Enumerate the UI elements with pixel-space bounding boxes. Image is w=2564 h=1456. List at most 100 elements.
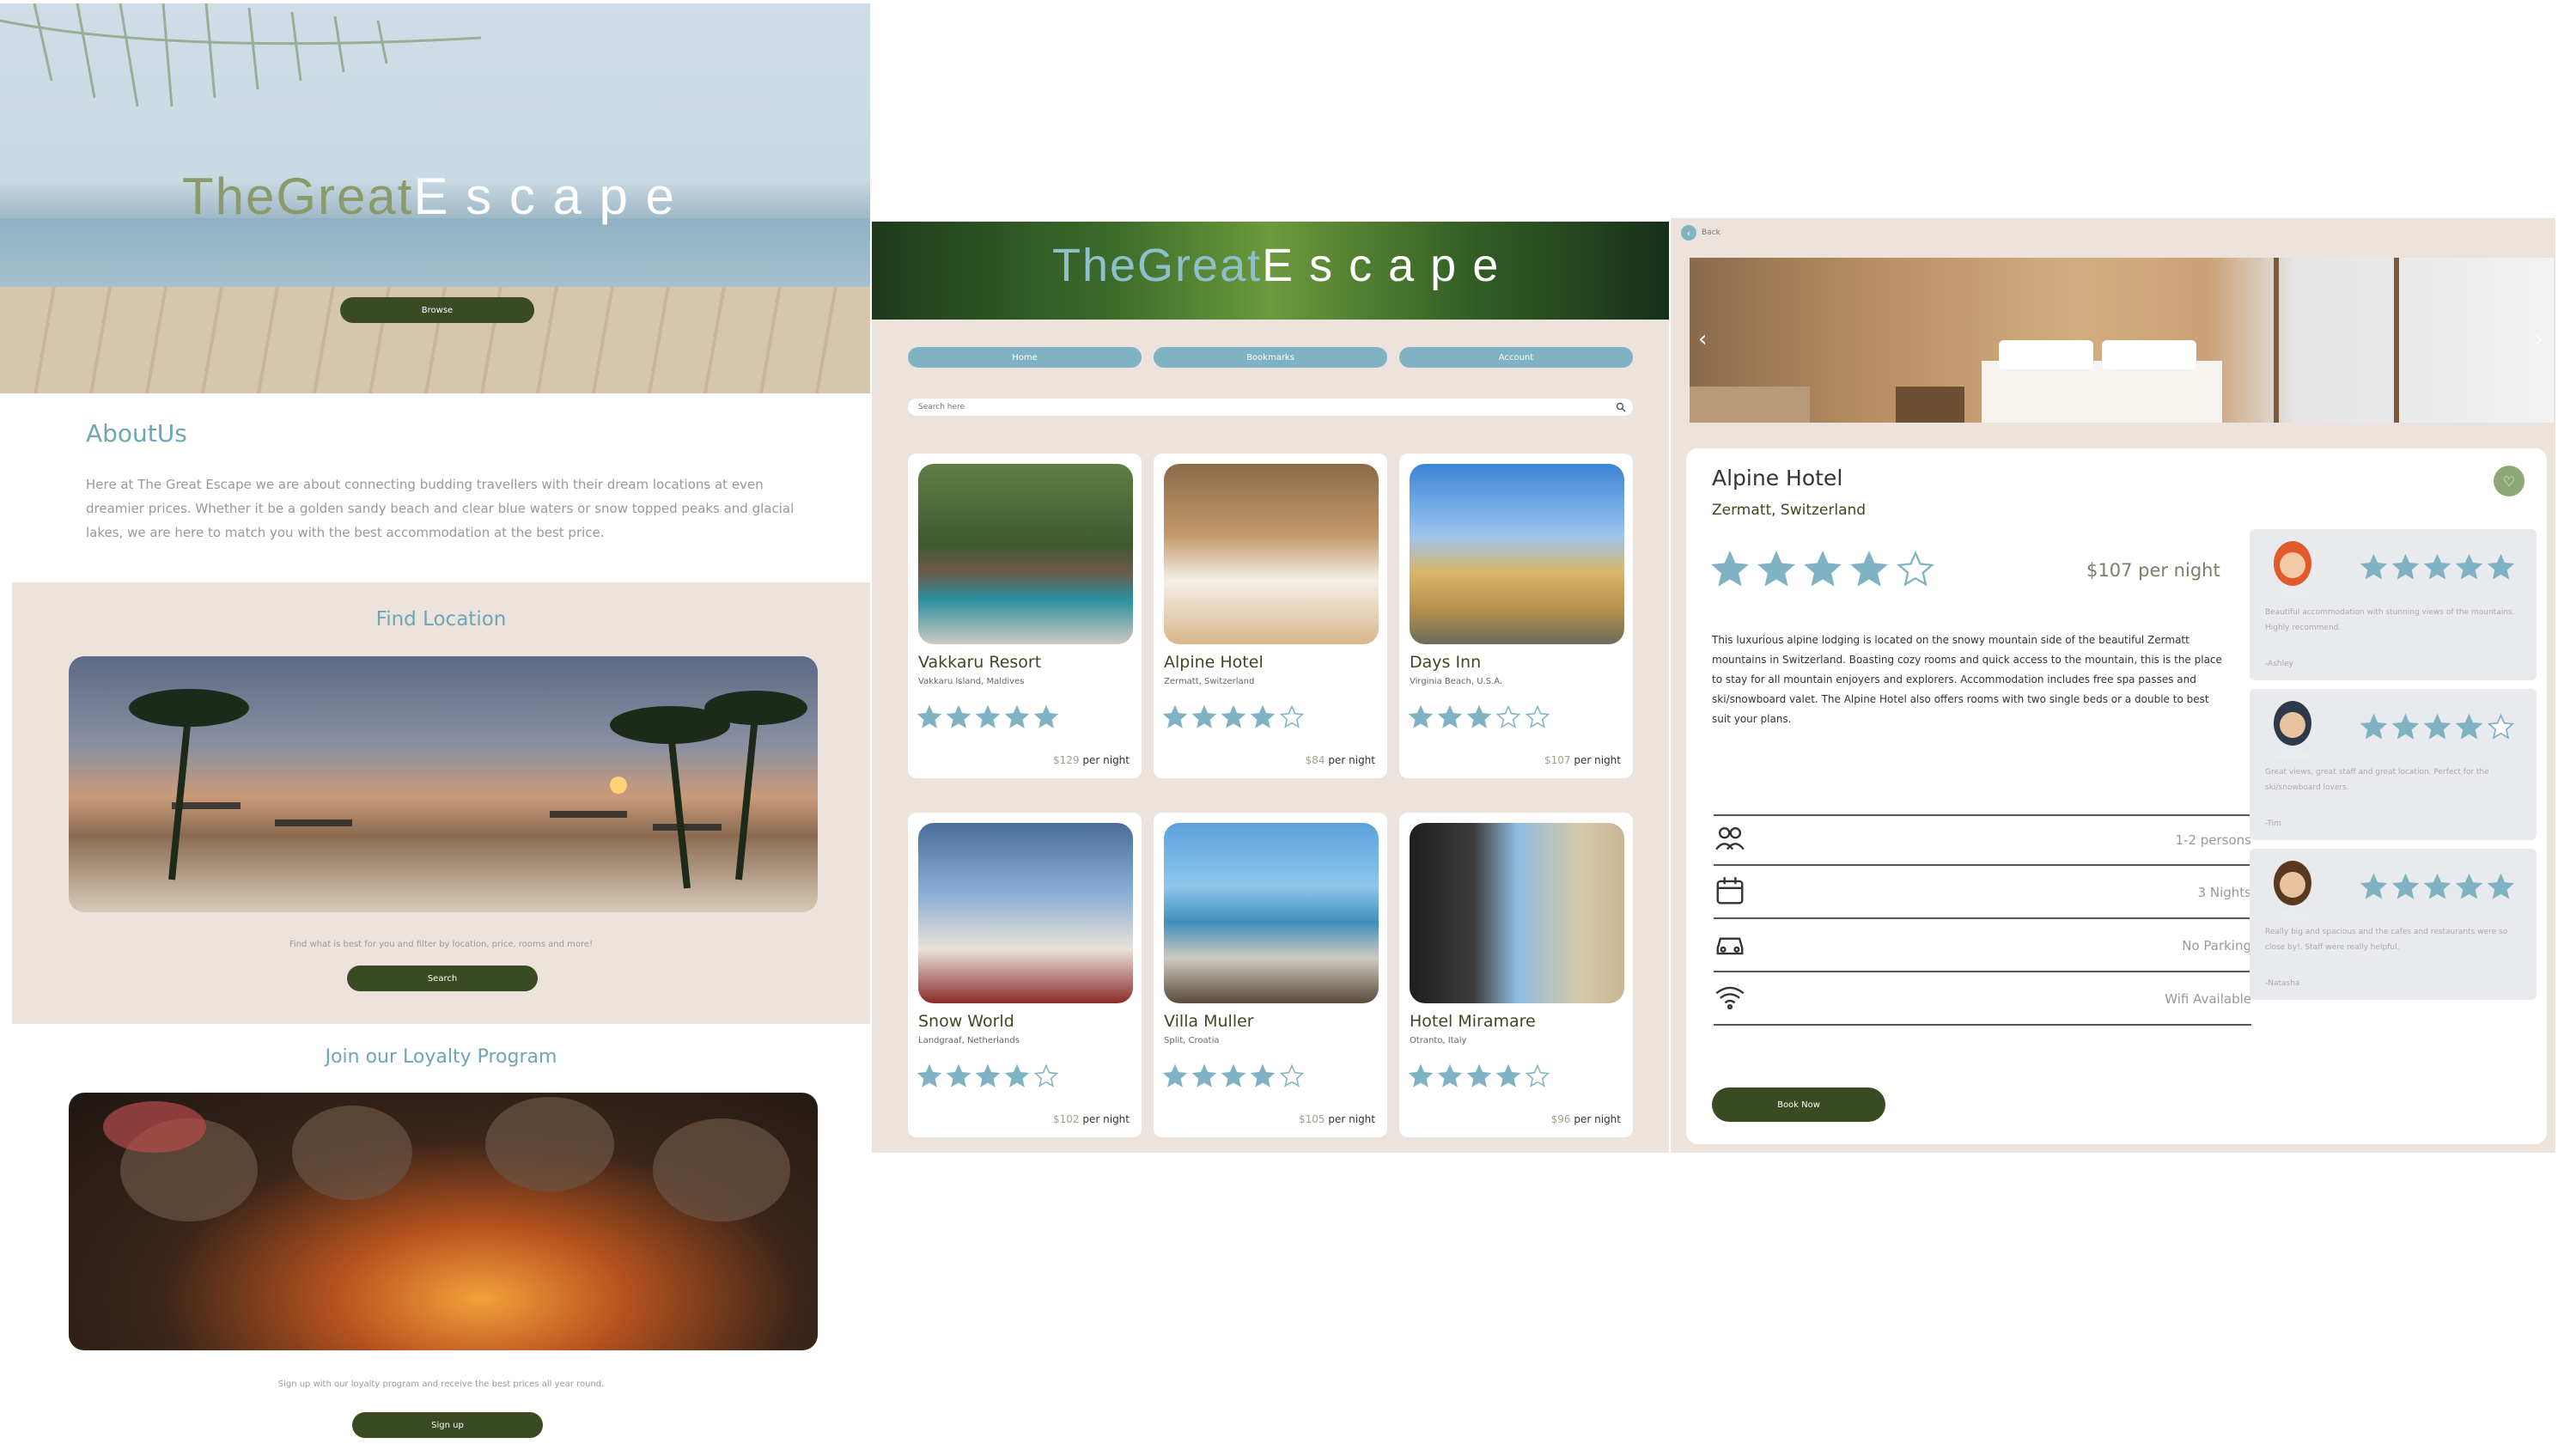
star-filled-icon [2455,713,2483,740]
search-icon[interactable] [1616,402,1626,412]
book-now-button[interactable]: Book Now [1712,1087,1885,1122]
star-filled-icon [1221,704,1246,728]
detail-page: ‹ Back ‹ › Alpine Hotel Zermatt, Switzer… [1671,218,2555,1153]
browse-button[interactable]: Browse [340,297,534,323]
search-bar[interactable] [908,399,1633,416]
heart-icon[interactable]: ♡ [2503,473,2515,490]
bookmark-heart-button[interactable]: ♡ [2494,466,2524,497]
search-input[interactable] [917,400,1587,414]
hotel-card-price: $96 per night [1551,1113,1621,1125]
star-filled-icon [946,1063,971,1087]
find-location-panel: Find Location Find what is best for you … [12,582,870,1024]
star-filled-icon [1408,1063,1434,1087]
review-author: -Ashley [2265,660,2293,668]
beach-dinner-photo [69,656,818,912]
landing-page: TheGreatE s c a p e Browse AboutUs Here … [0,0,870,1456]
price-per-night: per night [1082,754,1130,766]
hotel-price: $107 per night [2086,560,2220,581]
gallery-next-icon[interactable]: › [2535,326,2543,352]
palm-leaf-image [0,3,482,107]
price-per-night: per night [1082,1113,1130,1125]
star-empty-icon [1279,704,1305,728]
hotel-card-rating [1162,1063,1305,1089]
star-filled-icon [2487,553,2515,580]
hotel-description: This luxurious alpine lodging is located… [1712,634,2222,725]
price-amount: $102 [1053,1113,1080,1125]
review-text: Beautiful accommodation with stunning vi… [2265,608,2515,632]
back-button[interactable]: ‹ Back [1681,225,1720,241]
hotel-card-location: Split, Croatia [1164,1036,1220,1045]
star-filled-icon [1162,1063,1188,1087]
hotel-card-name[interactable]: Alpine Hotel [1164,653,1264,672]
star-filled-icon [2455,873,2483,899]
price-per-night: per night [1574,754,1621,766]
price-amount: $105 [1299,1113,1325,1125]
nav-bookmarks[interactable]: Bookmarks [1154,347,1387,368]
price-amount: $129 [1053,754,1080,766]
back-label[interactable]: Back [1702,228,1720,237]
hero-banner: TheGreatE s c a p e Browse [0,3,870,393]
nav-account[interactable]: Account [1399,347,1633,368]
signup-button[interactable]: Sign up [352,1412,543,1438]
star-filled-icon [2391,553,2420,580]
hotel-card[interactable]: Days Inn Virginia Beach, U.S.A. $107 per n… [1399,454,1633,778]
logo-part-one: TheGreat [1052,240,1263,291]
feature-label: 3 Nights [2197,885,2251,900]
loyalty-text: Sign up with our loyalty program and rec… [277,1380,605,1389]
review-card: Great views, great staff and great locat… [2250,689,2537,840]
hotel-photo[interactable] [1410,823,1624,1003]
hotel-rating [1710,550,1935,589]
gallery-prev-icon[interactable]: ‹ [1698,326,1707,352]
hotel-photo[interactable] [918,823,1133,1003]
star-filled-icon [2391,713,2420,740]
hotel-card[interactable]: Snow World Landgraaf, Netherlands $102 per… [908,813,1142,1137]
hotel-card[interactable]: Alpine Hotel Zermatt, Switzerland $84 per … [1154,454,1387,778]
star-filled-icon [1711,550,1749,587]
star-filled-icon [2487,873,2515,899]
hotel-card[interactable]: Villa Muller Split, Croatia $105 per night [1154,813,1387,1137]
hotel-card-name[interactable]: Days Inn [1410,653,1481,672]
about-title: AboutUs [86,419,187,448]
review-rating [2360,713,2515,741]
search-button[interactable]: Search [347,966,538,991]
hotel-photo[interactable] [1164,823,1379,1003]
price-per-night: per night [1328,1113,1375,1125]
hotel-photo[interactable] [1164,464,1379,644]
about-text: Here at The Great Escape we are about co… [86,477,795,540]
hotel-photo[interactable] [1410,464,1624,644]
hotel-card-name[interactable]: Snow World [918,1012,1014,1031]
star-filled-icon [2455,553,2483,580]
back-arrow-icon[interactable]: ‹ [1681,225,1696,241]
hotel-card-name[interactable]: Villa Muller [1164,1012,1254,1031]
hotel-card-name[interactable]: Vakkaru Resort [918,653,1041,672]
nav-home[interactable]: Home [908,347,1142,368]
hotel-card-price: $84 per night [1306,754,1375,766]
sea-image [0,218,870,295]
star-filled-icon [1191,704,1217,728]
price-per-night: per night [1574,1113,1621,1125]
feature-row: 1-2 persons [1714,814,2251,866]
calendar-icon [1714,874,1746,911]
hotel-photo[interactable] [918,464,1133,644]
star-filled-icon [1221,1063,1246,1087]
hotel-card-price: $102 per night [1053,1113,1130,1125]
find-location-title: Find Location [375,608,507,631]
browse-logo: TheGreatE s c a p e [1052,239,1500,292]
jungle-header: TheGreatE s c a p e [872,222,1669,320]
star-filled-icon [946,704,971,728]
browse-page: TheGreatE s c a p e Home Bookmarks Accou… [872,222,1669,1153]
star-empty-icon [1279,1063,1305,1087]
hotel-card-rating [917,1063,1059,1089]
star-filled-icon [975,1063,1001,1087]
beach-scene-icon [129,689,807,889]
hotel-card[interactable]: Hotel Miramare Otranto, Italy $96 per nigh… [1399,813,1633,1137]
hotel-card[interactable]: Vakkaru Resort Vakkaru Island, Maldives $1… [908,454,1142,778]
star-filled-icon [2423,553,2451,580]
hotel-location: Zermatt, Switzerland [1712,502,1867,519]
find-location-text: Find what is best for you and filter by … [289,940,594,949]
avatar [2265,538,2320,603]
star-empty-icon [1033,1063,1059,1087]
logo-part-one: TheGreat [182,168,414,225]
star-filled-icon [1004,704,1030,728]
hotel-card-name[interactable]: Hotel Miramare [1410,1012,1536,1031]
